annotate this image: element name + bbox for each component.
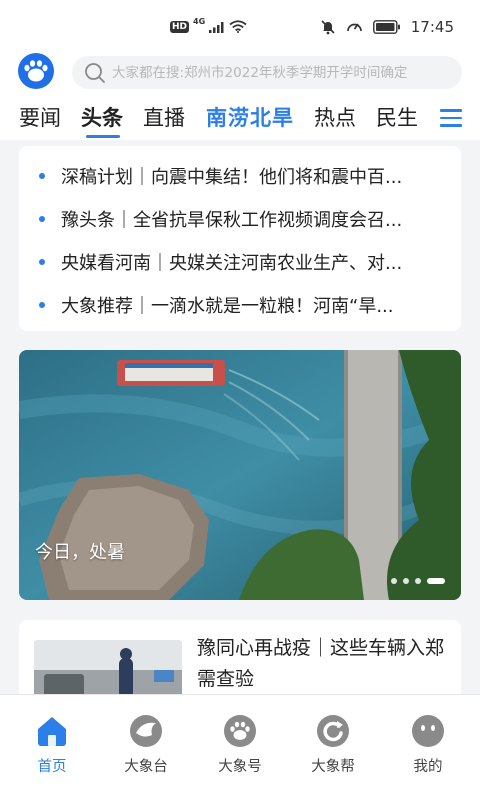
headline-text: 深稿计划｜向震中集结！他们将和震中百... <box>61 167 403 188</box>
tab-minsheng[interactable]: 民生 <box>376 102 418 132</box>
headline-text: 央媒看河南｜央媒关注河南农业生产、对... <box>61 253 403 274</box>
app-logo[interactable] <box>18 53 54 89</box>
bullet-dot <box>39 259 45 265</box>
battery-icon <box>372 20 400 34</box>
search-bar[interactable] <box>72 56 462 89</box>
headline-list-card: 深稿计划｜向震中集结！他们将和震中百... 豫头条｜全省抗旱保秋工作视频调度会召… <box>19 146 461 331</box>
daxiangtai-icon <box>130 715 162 747</box>
refresh-circle-icon <box>317 715 349 747</box>
tab-nanlao-beihan[interactable]: 南涝北旱 <box>206 102 294 132</box>
paw-logo-icon <box>24 60 48 82</box>
hd-badge: HD <box>170 20 190 33</box>
channel-menu-icon[interactable] <box>440 109 462 129</box>
tab-zhibo[interactable]: 直播 <box>143 102 185 132</box>
nav-mine-label: 我的 <box>413 759 443 775</box>
headline-item[interactable]: 豫头条｜全省抗旱保秋工作视频调度会召... <box>19 199 461 239</box>
banner-caption: 今日，处暑 <box>35 542 125 563</box>
status-right-group: 17:45 <box>320 18 454 36</box>
status-bar: HD 4G 17:45 <box>0 0 480 56</box>
feed-content: 深稿计划｜向震中集结！他们将和震中百... 豫头条｜全省抗旱保秋工作视频调度会召… <box>0 140 480 694</box>
bottom-navigation: 首页 大象台 大象号 大象帮 我的 <box>0 694 480 800</box>
signal-icon <box>209 21 224 33</box>
nav-daxianghao[interactable]: 大象号 <box>200 713 280 783</box>
nav-daxiangtai-label: 大象台 <box>124 759 168 775</box>
mute-bell-icon <box>321 20 335 35</box>
status-clock: 17:45 <box>410 18 454 36</box>
nav-daxiangbang-label: 大象帮 <box>311 759 355 775</box>
nav-daxiangbang[interactable]: 大象帮 <box>293 713 373 783</box>
news-thumbnail <box>34 640 182 694</box>
headline-item[interactable]: 深稿计划｜向震中集结！他们将和震中百... <box>19 156 461 196</box>
bullet-dot <box>39 302 45 308</box>
carousel-indicator <box>391 578 445 584</box>
wifi-icon <box>229 20 247 33</box>
active-tab-indicator <box>86 135 120 138</box>
nav-mine[interactable]: 我的 <box>388 713 468 783</box>
nav-home[interactable]: 首页 <box>12 713 92 783</box>
bullet-dot <box>39 173 45 179</box>
news-title: 豫同心再战疫｜这些车辆入郑需查验 <box>197 637 445 690</box>
carousel-dot-active <box>427 578 445 584</box>
tab-toutiao[interactable]: 头条 <box>81 102 123 132</box>
news-card[interactable]: 豫同心再战疫｜这些车辆入郑需查验 <box>19 620 461 694</box>
home-icon <box>38 717 66 746</box>
banner-carousel[interactable]: 今日，处暑 <box>19 350 461 600</box>
profile-face-icon <box>412 715 444 747</box>
headline-text: 大象推荐｜一滴水就是一粒粮！河南“旱... <box>61 296 394 317</box>
paw-icon <box>224 715 256 747</box>
tab-redian[interactable]: 热点 <box>314 102 356 132</box>
headline-item[interactable]: 央媒看河南｜央媒关注河南农业生产、对... <box>19 242 461 282</box>
search-input[interactable] <box>112 56 457 89</box>
nav-daxianghao-label: 大象号 <box>218 759 262 775</box>
speedometer-icon <box>346 23 362 32</box>
network-type-label: 4G <box>193 17 206 26</box>
status-left-group: HD 4G <box>170 17 247 33</box>
nav-home-label: 首页 <box>37 759 67 775</box>
tab-yaowen[interactable]: 要闻 <box>19 102 61 132</box>
headline-text: 豫头条｜全省抗旱保秋工作视频调度会召... <box>61 210 403 231</box>
search-icon <box>85 63 105 83</box>
carousel-dot <box>391 578 397 584</box>
headline-item[interactable]: 大象推荐｜一滴水就是一粒粮！河南“旱... <box>19 285 461 325</box>
bullet-dot <box>39 216 45 222</box>
channel-tabs: 要闻 头条 直播 南涝北旱 热点 民生 <box>0 98 480 140</box>
carousel-dot <box>403 578 409 584</box>
carousel-dot <box>415 578 421 584</box>
news-thumbnail-image <box>34 640 182 694</box>
nav-daxiangtai[interactable]: 大象台 <box>106 713 186 783</box>
